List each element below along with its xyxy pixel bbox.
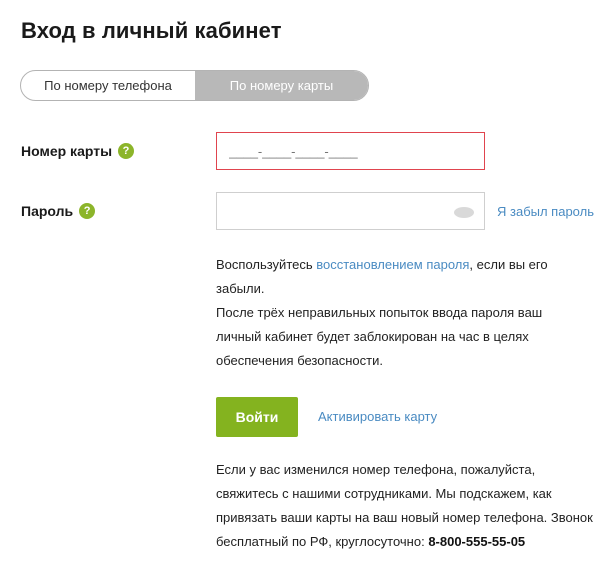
card-number-input[interactable] [217, 133, 484, 169]
password-label-text: Пароль [21, 203, 74, 219]
contact-info: Если у вас изменился номер телефона, пож… [216, 458, 601, 554]
contact-text: Если у вас изменился номер телефона, пож… [216, 462, 593, 549]
page-title: Вход в личный кабинет [21, 18, 282, 43]
login-button[interactable]: Войти [216, 397, 298, 437]
password-field-box [216, 192, 485, 230]
help-icon[interactable]: ? [118, 143, 135, 159]
lock-warning: После трёх неправильных попыток ввода па… [216, 305, 543, 368]
tab-by-card[interactable]: По номеру карты [195, 71, 368, 100]
recovery-prefix: Воспользуйтесь [216, 257, 317, 272]
tab-by-phone[interactable]: По номеру телефона [21, 71, 195, 100]
help-icon[interactable]: ? [79, 203, 96, 219]
password-input[interactable] [217, 193, 484, 229]
support-phone-number: 8-800-555-55-05 [428, 534, 526, 549]
card-number-label-text: Номер карты [21, 143, 113, 159]
password-label: Пароль ? [21, 203, 96, 219]
login-method-tabs: По номеру телефона По номеру карты [20, 70, 369, 101]
eye-icon[interactable] [454, 207, 474, 218]
password-recovery-link[interactable]: восстановлением пароля [316, 257, 469, 272]
card-number-field-box [216, 132, 485, 170]
activate-card-link[interactable]: Активировать карту [318, 409, 437, 424]
recovery-info: Воспользуйтесь восстановлением пароля, е… [216, 253, 586, 373]
forgot-password-link[interactable]: Я забыл пароль [497, 204, 594, 219]
card-number-label: Номер карты ? [21, 143, 135, 159]
